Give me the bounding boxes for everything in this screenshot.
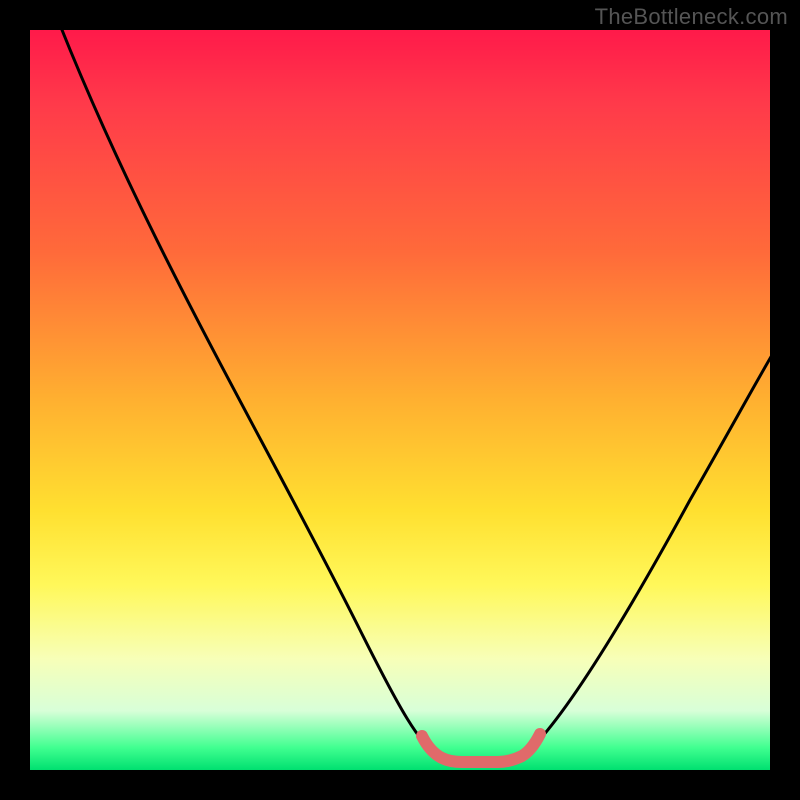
chart-frame: TheBottleneck.com (0, 0, 800, 800)
watermark-text: TheBottleneck.com (595, 4, 788, 30)
chart-svg (30, 30, 770, 770)
flat-bottom-highlight (422, 734, 540, 762)
main-curve (60, 25, 775, 762)
plot-area (30, 30, 770, 770)
